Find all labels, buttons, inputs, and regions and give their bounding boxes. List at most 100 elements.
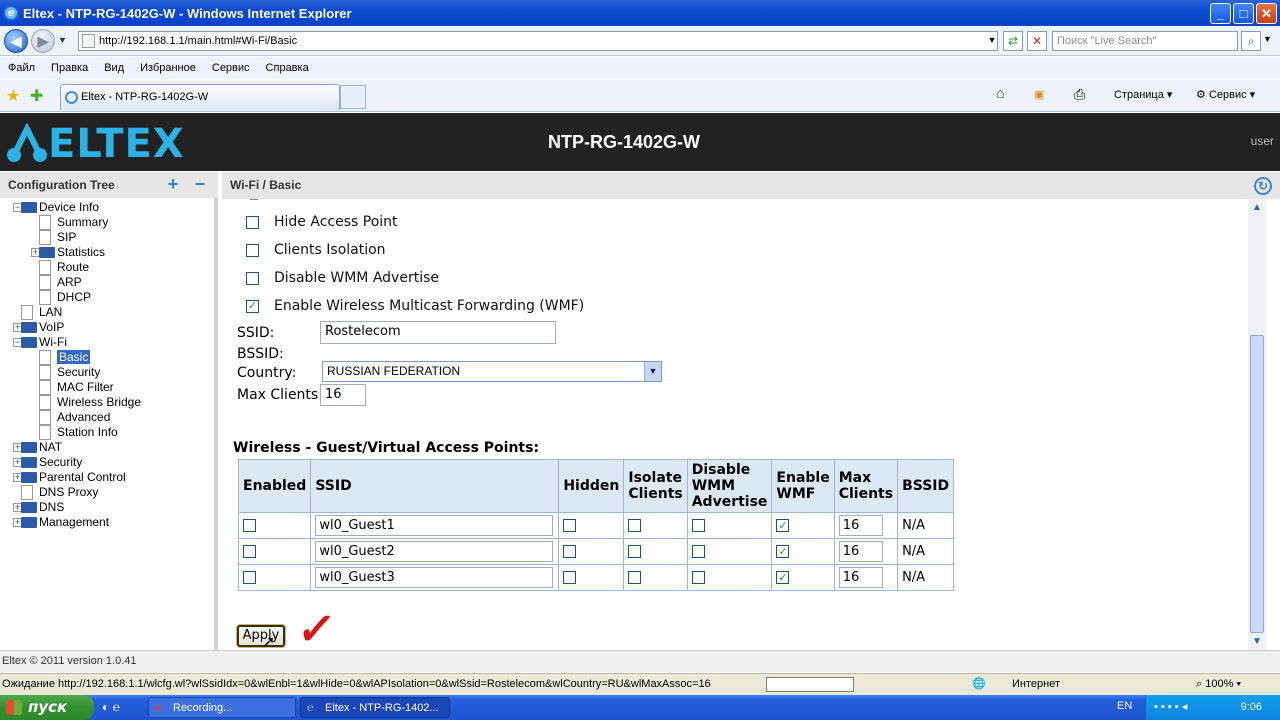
refresh-icon[interactable]: ↻ bbox=[1254, 177, 1272, 195]
back-button[interactable]: ◀ bbox=[4, 29, 28, 53]
task-recording[interactable]: ● Recording... bbox=[148, 697, 296, 718]
scroll-up-icon[interactable]: ▲ bbox=[1250, 201, 1264, 215]
menu-favorites[interactable]: Избранное bbox=[140, 62, 196, 74]
guest1-hidden-checkbox[interactable] bbox=[563, 519, 576, 532]
tree-node-mac-filter[interactable]: MAC Filter bbox=[57, 380, 114, 395]
tree-node-station-info[interactable]: Station Info bbox=[57, 425, 118, 440]
guest2-wmf-checkbox[interactable]: ✓ bbox=[776, 545, 789, 558]
menu-tools[interactable]: Сервис bbox=[212, 62, 250, 74]
hide-ap-checkbox[interactable] bbox=[246, 216, 259, 229]
tree-node-statistics[interactable]: +Statistics bbox=[57, 245, 105, 260]
guest3-isolate-checkbox[interactable] bbox=[628, 571, 641, 584]
add-favorite-icon[interactable]: ✚ bbox=[30, 86, 43, 106]
minimize-button[interactable]: _ bbox=[1210, 3, 1231, 24]
enable-wmf-checkbox[interactable]: ✓ bbox=[246, 300, 259, 313]
tree-node-parental-control[interactable]: +Parental Control bbox=[39, 470, 126, 485]
search-input[interactable]: Поиск "Live Search" bbox=[1052, 31, 1238, 51]
history-dropdown-icon[interactable]: ▼ bbox=[58, 35, 67, 45]
folder-icon bbox=[39, 247, 55, 258]
tree-node-device-info[interactable]: −Device Info bbox=[39, 200, 99, 215]
service-menu[interactable]: ⚙ Сервис ▾ bbox=[1196, 88, 1255, 101]
guest1-enabled-checkbox[interactable] bbox=[243, 519, 256, 532]
tree-node-voip[interactable]: +VoIP bbox=[39, 320, 64, 335]
guest2-disable-wmm-checkbox[interactable] bbox=[692, 545, 705, 558]
favorites-star-icon[interactable]: ★ bbox=[6, 86, 20, 106]
guest2-isolate-checkbox[interactable] bbox=[628, 545, 641, 558]
guest3-disable-wmm-checkbox[interactable] bbox=[692, 571, 705, 584]
ssid-input[interactable]: Rostelecom bbox=[320, 321, 556, 344]
menu-view[interactable]: Вид bbox=[104, 62, 124, 74]
search-options-icon[interactable]: ▼ bbox=[1263, 34, 1272, 44]
guest3-wmf-checkbox[interactable]: ✓ bbox=[776, 571, 789, 584]
page-menu[interactable]: Страница ▾ bbox=[1114, 88, 1172, 101]
guest2-max-clients-input[interactable]: 16 bbox=[839, 541, 883, 562]
guest3-max-clients-input[interactable]: 16 bbox=[839, 567, 883, 588]
chevron-down-icon[interactable]: ▼ bbox=[644, 362, 661, 381]
address-dropdown-icon[interactable]: ▼ bbox=[982, 31, 1002, 51]
tree-node-route[interactable]: Route bbox=[57, 260, 89, 275]
max-clients-input[interactable]: 16 bbox=[320, 384, 366, 406]
feeds-icon[interactable]: ▣ bbox=[1034, 88, 1044, 101]
guest2-hidden-checkbox[interactable] bbox=[563, 545, 576, 558]
expand-all-button[interactable]: + bbox=[165, 175, 181, 195]
gear-icon: ⚙ bbox=[1196, 89, 1206, 101]
guest1-wmf-checkbox[interactable]: ✓ bbox=[776, 519, 789, 532]
tree-node-wireless-bridge[interactable]: Wireless Bridge bbox=[57, 395, 141, 410]
search-icon[interactable]: ⌕ bbox=[1241, 31, 1261, 51]
tree-node-security[interactable]: +Security bbox=[39, 455, 82, 470]
menu-help[interactable]: Справка bbox=[266, 62, 309, 74]
page-icon bbox=[39, 230, 51, 245]
task-ie-eltex[interactable]: ℮ Eltex - NTP-RG-1402... bbox=[300, 697, 450, 718]
apply-button[interactable]: Apply bbox=[237, 625, 285, 647]
tree-node-advanced[interactable]: Advanced bbox=[57, 410, 110, 425]
tree-node-arp[interactable]: ARP bbox=[57, 275, 82, 290]
guest1-isolate-checkbox[interactable] bbox=[628, 519, 641, 532]
guest1-ssid-input[interactable]: wl0_Guest1 bbox=[315, 515, 553, 536]
quicklaunch-icons[interactable]: ◐ ℮ bbox=[102, 700, 120, 714]
guest1-disable-wmm-checkbox[interactable] bbox=[692, 519, 705, 532]
tree-node-nat[interactable]: +NAT bbox=[39, 440, 62, 455]
scroll-down-icon[interactable]: ▼ bbox=[1250, 635, 1264, 649]
page-icon bbox=[39, 410, 51, 425]
tray-icons[interactable]: ▪ ▪ ▪ ▪ ◂ bbox=[1154, 701, 1187, 713]
tree-node-dhcp[interactable]: DHCP bbox=[57, 290, 91, 305]
new-tab-button[interactable] bbox=[340, 85, 366, 109]
menu-file[interactable]: Файл bbox=[8, 62, 35, 74]
guest2-ssid-input[interactable]: wl0_Guest2 bbox=[315, 541, 553, 562]
tree-node-sip[interactable]: SIP bbox=[57, 230, 76, 245]
zoom-control[interactable]: ⌕ 100% ▾ bbox=[1196, 674, 1241, 694]
disable-wmm-checkbox[interactable] bbox=[246, 272, 259, 285]
vertical-scrollbar[interactable]: ▲ ▼ bbox=[1248, 199, 1266, 650]
tree-node-dns[interactable]: +DNS bbox=[39, 500, 64, 515]
cell-bssid: N/A bbox=[898, 539, 954, 565]
print-icon[interactable]: ⎙ bbox=[1074, 86, 1085, 103]
forward-button[interactable]: ▶ bbox=[31, 29, 55, 53]
clients-isolation-checkbox[interactable] bbox=[246, 244, 259, 257]
collapse-all-button[interactable]: − bbox=[192, 175, 208, 195]
language-indicator[interactable]: EN bbox=[1117, 700, 1132, 712]
guest3-enabled-checkbox[interactable] bbox=[243, 571, 256, 584]
stop-icon[interactable]: ✕ bbox=[1027, 31, 1047, 51]
maximize-button[interactable]: □ bbox=[1233, 3, 1254, 24]
scroll-thumb[interactable] bbox=[1250, 335, 1264, 633]
close-button[interactable]: ✕ bbox=[1256, 3, 1277, 24]
refresh-icon[interactable]: ⇄ bbox=[1003, 31, 1023, 51]
tree-node-lan[interactable]: LAN bbox=[39, 305, 62, 320]
tree-node-summary[interactable]: Summary bbox=[57, 215, 108, 230]
country-select[interactable]: RUSSIAN FEDERATION ▼ bbox=[322, 361, 662, 382]
guest3-hidden-checkbox[interactable] bbox=[563, 571, 576, 584]
home-icon[interactable]: ⌂ bbox=[996, 85, 1005, 102]
guest1-max-clients-input[interactable]: 16 bbox=[839, 515, 883, 536]
tree-node-dns-proxy[interactable]: DNS Proxy bbox=[39, 485, 98, 500]
user-label[interactable]: user bbox=[1251, 134, 1274, 148]
tab-eltex[interactable]: Eltex - NTP-RG-1402G-W bbox=[60, 84, 340, 110]
tree-node-management[interactable]: +Management bbox=[39, 515, 109, 530]
start-button[interactable]: пуск bbox=[0, 695, 94, 720]
tree-node-wifi[interactable]: −Wi-Fi bbox=[39, 335, 67, 350]
tree-node-wifi-security[interactable]: Security bbox=[57, 365, 100, 380]
address-input[interactable]: http://192.168.1.1/main.html#Wi-Fi/Basic bbox=[78, 31, 998, 51]
guest3-ssid-input[interactable]: wl0_Guest3 bbox=[315, 567, 553, 588]
tree-node-basic[interactable]: Basic bbox=[57, 350, 90, 365]
menu-edit[interactable]: Правка bbox=[51, 62, 88, 74]
guest2-enabled-checkbox[interactable] bbox=[243, 545, 256, 558]
